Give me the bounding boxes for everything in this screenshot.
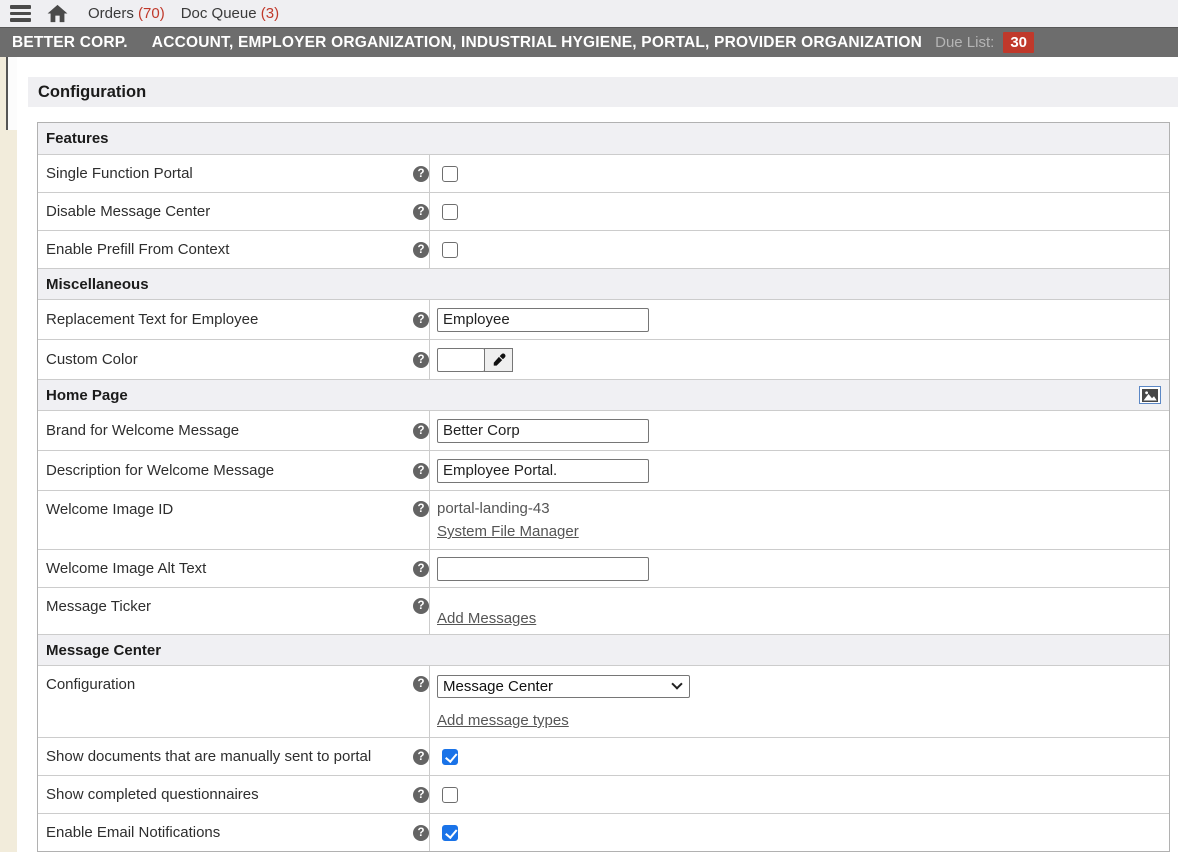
nav-doc-queue[interactable]: Doc Queue (3) [181,5,279,22]
sidebar-scrollbar[interactable] [6,57,17,130]
help-icon[interactable]: ? [413,204,429,220]
due-list: Due List: 30 [935,32,1034,53]
field-label: Enable Email Notifications [38,814,410,851]
brand-welcome-input[interactable] [437,419,649,443]
page-title: Configuration [38,83,146,102]
help-icon[interactable]: ? [413,749,429,765]
nav-doc-queue-label: Doc Queue [181,5,257,22]
field-label: Show documents that are manually sent to… [38,738,410,775]
image-icon [1142,389,1158,402]
section-header-message-center: Message Center [38,634,1169,665]
help-icon[interactable]: ? [413,598,429,614]
row-show-completed-questionnaires: Show completed questionnaires ? [38,775,1169,813]
section-header-home-page: Home Page [38,379,1169,410]
row-welcome-image-alt-text: Welcome Image Alt Text ? [38,549,1169,587]
nav-doc-queue-count: (3) [261,5,279,22]
field-label: Message Ticker [38,588,410,634]
field-label: Brand for Welcome Message [38,411,410,450]
color-picker-button[interactable] [484,348,513,372]
page-title-band: Configuration [28,77,1178,107]
field-label: Welcome Image Alt Text [38,550,410,587]
section-title: Miscellaneous [46,276,149,293]
context-bar: BETTER CORP. ACCOUNT, EMPLOYER ORGANIZAT… [0,27,1178,57]
enable-email-notifications-checkbox[interactable] [442,825,458,841]
field-label: Description for Welcome Message [38,451,410,490]
help-icon[interactable]: ? [413,166,429,182]
add-messages-link[interactable]: Add Messages [437,610,536,627]
help-icon[interactable]: ? [413,676,429,692]
row-disable-message-center: Disable Message Center ? [38,192,1169,230]
row-welcome-image-id: Welcome Image ID ? portal-landing-43 Sys… [38,490,1169,549]
row-message-ticker: Message Ticker ? Add Messages [38,587,1169,634]
row-brand-for-welcome-message: Brand for Welcome Message ? [38,410,1169,450]
field-label: Custom Color [38,340,410,379]
eyedropper-icon [492,353,506,367]
field-label: Show completed questionnaires [38,776,410,813]
description-welcome-input[interactable] [437,459,649,483]
section-title: Home Page [46,387,128,404]
row-description-for-welcome-message: Description for Welcome Message ? [38,450,1169,490]
section-title: Features [46,130,109,147]
help-icon[interactable]: ? [413,501,429,517]
help-icon[interactable]: ? [413,825,429,841]
row-enable-prefill-from-context: Enable Prefill From Context ? [38,230,1169,268]
section-header-miscellaneous: Miscellaneous [38,268,1169,299]
show-completed-questionnaires-checkbox[interactable] [442,787,458,803]
configuration-select[interactable]: Message Center [437,675,690,698]
help-icon[interactable]: ? [413,787,429,803]
image-preview-button[interactable] [1139,386,1161,404]
due-list-label: Due List: [935,34,994,51]
replacement-text-input[interactable] [437,308,649,332]
welcome-image-id-value: portal-landing-43 [437,500,550,517]
add-message-types-link[interactable]: Add message types [437,712,569,729]
row-custom-color: Custom Color ? [38,339,1169,379]
sidebar-strip [0,57,17,852]
home-icon[interactable] [47,4,68,23]
configuration-table: Features Single Function Portal ? Disabl… [37,122,1170,852]
row-replacement-text-for-employee: Replacement Text for Employee ? [38,299,1169,339]
field-label: Single Function Portal [38,155,410,192]
field-label: Disable Message Center [38,193,410,230]
row-message-center-configuration: Configuration ? Message Center Add messa… [38,665,1169,737]
top-navigation-bar: Orders (70) Doc Queue (3) [0,0,1178,27]
main-content: Configuration Features Single Function P… [28,57,1178,852]
field-label: Configuration [38,666,410,737]
help-icon[interactable]: ? [413,312,429,328]
custom-color-input[interactable] [437,348,485,372]
system-file-manager-link[interactable]: System File Manager [437,523,579,540]
nav-orders-count: (70) [138,5,165,22]
field-label: Enable Prefill From Context [38,231,410,268]
category-menu[interactable]: ACCOUNT, EMPLOYER ORGANIZATION, INDUSTRI… [152,34,922,52]
row-show-documents-manually-sent: Show documents that are manually sent to… [38,737,1169,775]
section-header-features: Features [38,123,1169,154]
help-icon[interactable]: ? [413,423,429,439]
disable-message-center-checkbox[interactable] [442,204,458,220]
row-single-function-portal: Single Function Portal ? [38,154,1169,192]
hamburger-menu-icon[interactable] [10,5,31,22]
help-icon[interactable]: ? [413,242,429,258]
enable-prefill-checkbox[interactable] [442,242,458,258]
due-list-badge[interactable]: 30 [1003,32,1034,53]
row-enable-email-notifications: Enable Email Notifications ? [38,813,1169,851]
help-icon[interactable]: ? [413,352,429,368]
show-manual-documents-checkbox[interactable] [442,749,458,765]
nav-orders[interactable]: Orders (70) [88,5,165,22]
help-icon[interactable]: ? [413,463,429,479]
field-label: Welcome Image ID [38,491,410,549]
welcome-image-alt-input[interactable] [437,557,649,581]
field-label: Replacement Text for Employee [38,300,410,339]
nav-orders-label: Orders [88,5,134,22]
single-function-portal-checkbox[interactable] [442,166,458,182]
help-icon[interactable]: ? [413,561,429,577]
section-title: Message Center [46,642,161,659]
organization-name[interactable]: BETTER CORP. [12,34,128,52]
